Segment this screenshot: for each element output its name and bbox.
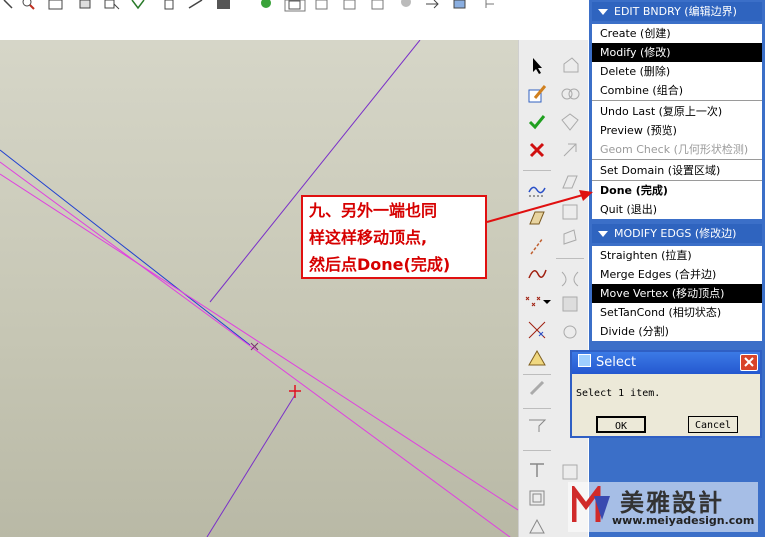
menu-item-straighten[interactable]: Straighten (拉直) [592,246,762,265]
toolbar-separator [523,408,551,409]
toolbar-icon[interactable] [398,0,414,10]
toolbar-separator [556,258,584,259]
menu-item-quit[interactable]: Quit (退出) [592,200,762,219]
annotation-callout: 九、另外一端也同 样这样移动顶点, 然后点Done(完成) [301,195,487,279]
chevron-down-icon [598,8,608,15]
toolbar-icon[interactable] [130,0,146,10]
sketch-toolbar [518,40,555,537]
toolbar-icon[interactable] [558,292,582,316]
regenerate-icon[interactable] [258,0,274,10]
toolbar-icon[interactable] [188,0,204,10]
toolbar-separator [523,450,551,451]
watermark-url: www.meiyadesign.com [612,514,755,527]
menu-item-create[interactable]: Create (创建) [592,24,762,43]
menu-list-modify-edgs: Straighten (拉直) Merge Edges (合并边) Move V… [592,246,762,341]
menu-item-geom-check: Geom Check (几何形状检测) [592,140,762,160]
toolbar-icon[interactable] [558,138,582,162]
toolbar-icon[interactable] [558,266,582,290]
graphics-viewport[interactable] [0,40,518,537]
analysis-icon[interactable] [525,346,549,370]
menu-item-move-vertex[interactable]: Move Vertex (移动顶点) [592,284,762,303]
menu-item-delete[interactable]: Delete (删除) [592,62,762,81]
menu-item-divide[interactable]: Divide (分割) [592,322,762,341]
toolbar-separator [523,374,551,375]
close-icon[interactable] [740,354,758,371]
toolbar-icon[interactable] [342,0,358,10]
toolbar-icon[interactable] [452,0,468,10]
annotation-line: 样这样移动顶点, [309,228,428,247]
toolbar-icon[interactable] [558,82,582,106]
menu-item-merge-edges[interactable]: Merge Edges (合并边) [592,265,762,284]
annotation-line: 然后点Done(完成) [309,255,451,274]
line-tool-icon[interactable] [525,234,549,258]
toolbar-icon[interactable] [78,0,94,10]
select-arrow-icon[interactable] [525,54,549,78]
annotation-arrow [486,190,593,223]
toolbar-icon[interactable] [525,486,549,510]
toolbar-icon[interactable] [482,0,498,10]
vertex-marker-cross[interactable] [289,385,301,398]
menu-list-edit-bndry: Create (创建) Modify (修改) Delete (删除) Comb… [592,24,762,219]
menu-item-preview[interactable]: Preview (预览) [592,121,762,140]
boundary-curve-purple-2[interactable] [206,394,296,537]
select-dialog: Select Select 1 item. OK Cancel [570,350,762,438]
toolbar-icon[interactable] [104,0,120,10]
cancel-x-icon[interactable] [525,138,549,162]
toolbar-icon[interactable] [424,0,440,10]
menu-item-set-domain[interactable]: Set Domain (设置区域) [592,161,762,181]
spline-icon[interactable] [525,262,549,286]
toolbar-icon[interactable] [2,0,18,10]
menu-item-undo-last[interactable]: Undo Last (复原上一次) [592,102,762,121]
dialog-title-bar[interactable]: Select [572,352,760,374]
dialog-title: Select [596,355,637,370]
accept-check-icon[interactable] [525,110,549,134]
boundary-edge-blue[interactable] [0,149,251,346]
cancel-button[interactable]: Cancel [688,416,738,433]
toolbar-separator [523,170,551,171]
chevron-down-icon[interactable] [541,290,553,314]
watermark: 美雅設計 www.meiyadesign.com [568,482,758,532]
toolbar-icon[interactable] [558,460,582,484]
menu-item-settancond[interactable]: SetTanCond (相切状态) [592,303,762,322]
toolbar-icon[interactable] [162,0,178,10]
feature-toolbar [554,40,588,537]
menu-item-combine[interactable]: Combine (组合) [592,81,762,101]
menu-item-done[interactable]: Done (完成) [592,181,762,200]
toolbar-icon[interactable] [370,0,386,10]
menu-item-modify[interactable]: Modify (修改) [592,43,762,62]
toolbar-icon[interactable] [284,0,306,12]
zoom-icon[interactable] [20,0,36,10]
datum-points-icon[interactable] [525,318,549,342]
toolbar-icon[interactable] [558,320,582,344]
pen-tool-icon[interactable] [525,376,549,400]
toolbar-icon[interactable] [216,0,232,10]
toolbar-icon[interactable] [525,414,549,438]
annotation-line: 九、另外一端也同 [309,201,438,220]
watermark-logo-icon [572,486,610,522]
toolbar-icon[interactable] [558,54,582,78]
zoom-window-icon[interactable] [48,0,64,10]
ok-button[interactable]: OK [596,416,646,433]
sketch-edit-icon[interactable] [525,82,549,106]
dialog-message: Select 1 item. [576,388,661,399]
toolbar-icon[interactable] [525,514,549,538]
watermark-brand: 美雅設計 [620,489,724,517]
toolbar-icon[interactable] [558,110,582,134]
window-icon [578,354,591,367]
menu-header-modify-edgs[interactable]: MODIFY EDGS (修改边) [592,224,762,243]
toolbar-icon[interactable] [525,458,549,482]
top-toolbar [0,0,590,40]
menu-header-edit-bndry[interactable]: EDIT BNDRY (编辑边界) [592,2,762,21]
toolbar-icon[interactable] [314,0,330,10]
